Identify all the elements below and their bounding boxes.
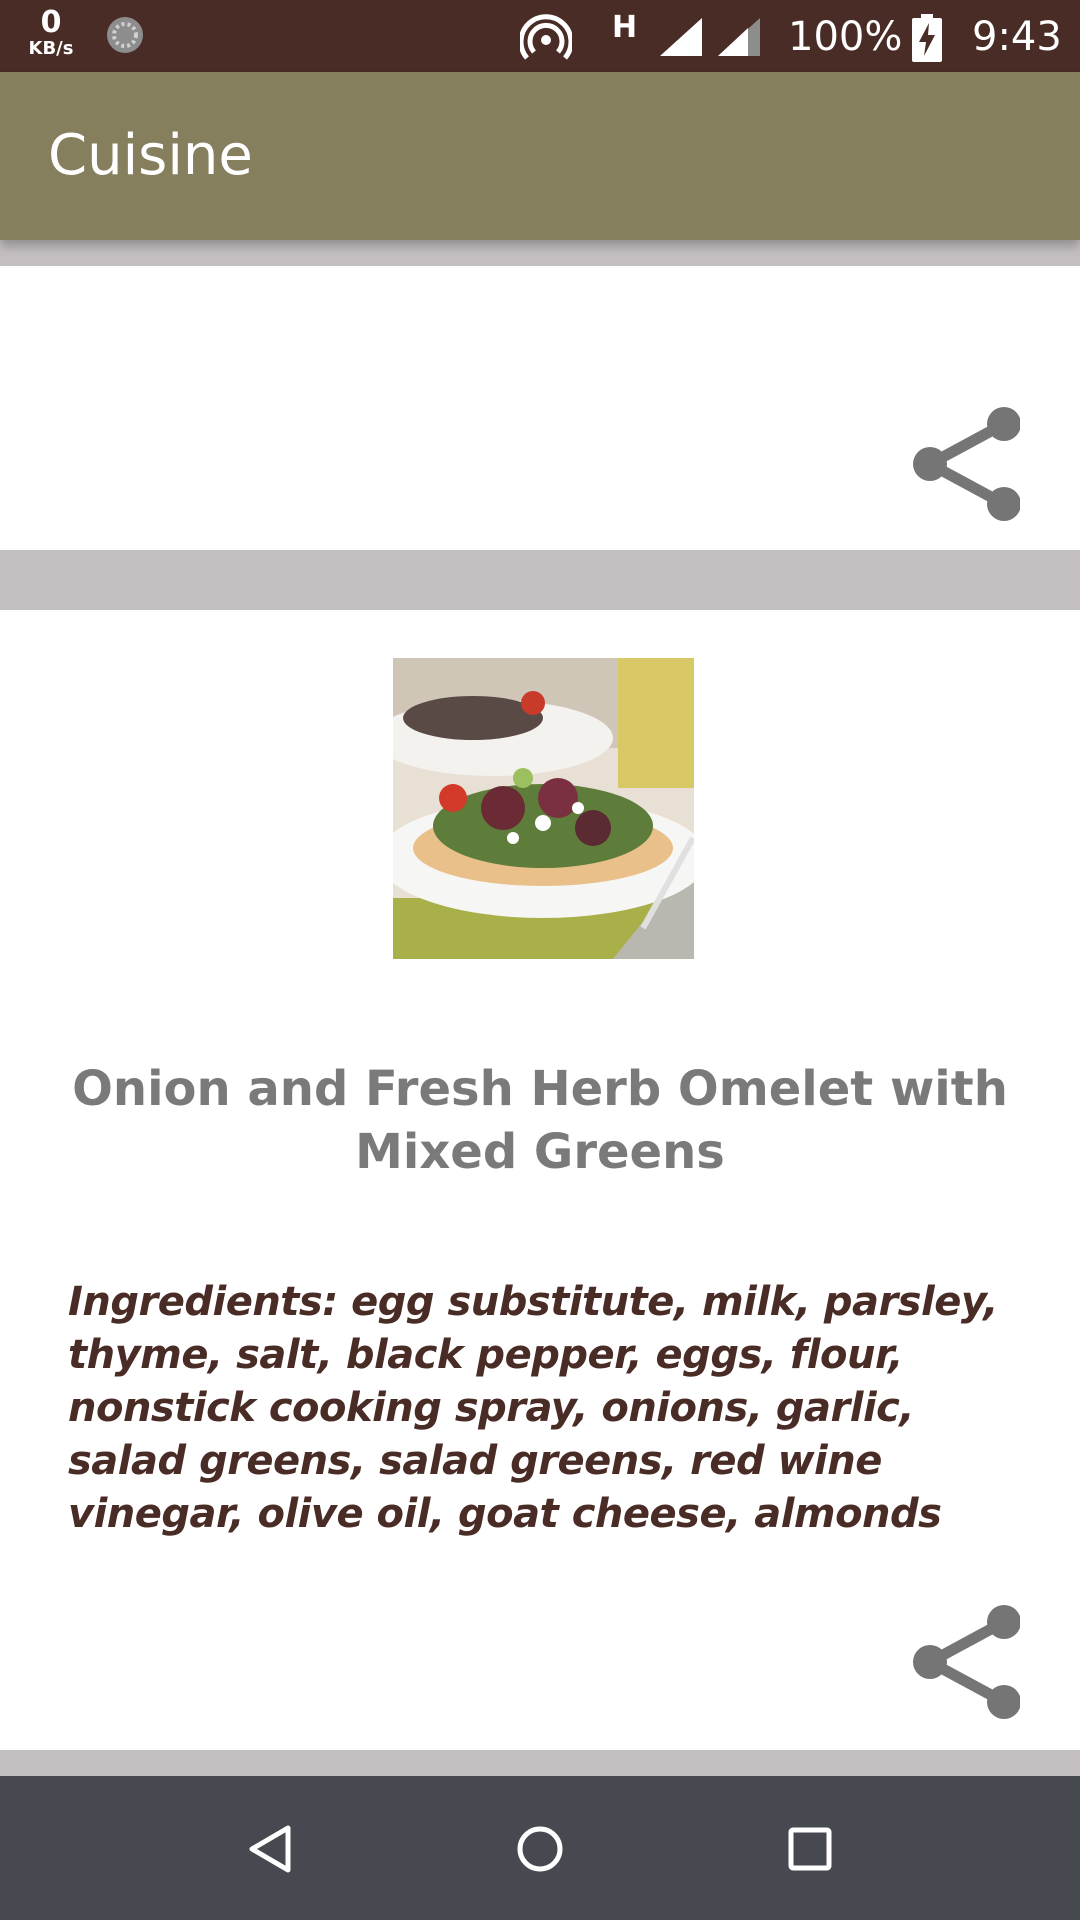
share-icon xyxy=(913,407,1021,521)
recipe-card-previous xyxy=(0,266,1080,550)
network-speed-unit: KB/s xyxy=(28,38,74,59)
battery-percentage: 100% xyxy=(788,14,903,60)
sync-icon xyxy=(107,17,143,53)
recents-icon xyxy=(788,1827,832,1871)
home-button[interactable] xyxy=(505,1814,575,1884)
home-icon xyxy=(517,1826,563,1872)
recipe-ingredients: Ingredients: egg substitute, milk, parsl… xyxy=(68,1279,998,1537)
battery-charging-icon xyxy=(912,14,942,62)
share-button[interactable] xyxy=(912,1604,1021,1720)
share-button[interactable] xyxy=(912,406,1021,522)
recipe-card[interactable]: Onion and Fresh Herb Omelet with Mixed G… xyxy=(0,610,1080,1750)
share-icon xyxy=(913,1605,1021,1719)
network-type-label: H xyxy=(612,10,638,45)
recipe-image xyxy=(393,658,694,959)
app-bar: Cuisine xyxy=(0,72,1080,240)
signal-strength-icon xyxy=(660,18,702,56)
recipe-title: Onion and Fresh Herb Omelet with Mixed G… xyxy=(72,1061,1008,1180)
recents-button[interactable] xyxy=(775,1814,845,1884)
navigation-bar xyxy=(0,1776,1080,1920)
clock: 9:43 xyxy=(972,14,1062,60)
back-button[interactable] xyxy=(236,1814,306,1884)
back-icon xyxy=(249,1825,291,1873)
hotspot-icon xyxy=(520,14,572,60)
network-speed-value: 0 xyxy=(40,5,62,40)
network-speed-indicator: 0 KB/s xyxy=(24,8,78,58)
status-bar: 0 KB/s H 100% 9:43 xyxy=(0,0,1080,72)
app-title: Cuisine xyxy=(48,123,253,188)
signal-strength-secondary-icon xyxy=(718,18,760,56)
